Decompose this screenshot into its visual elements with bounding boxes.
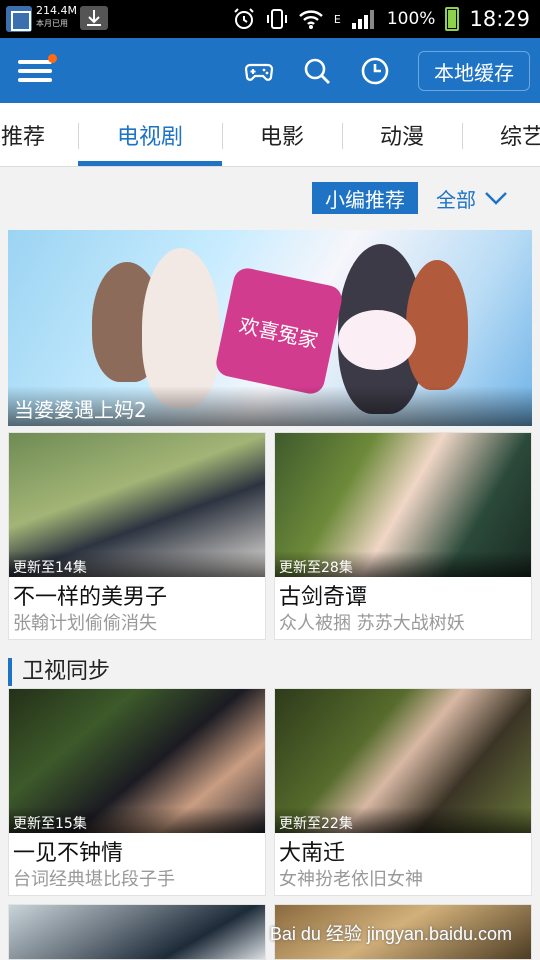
episode-badge: 更新至22集: [275, 807, 531, 833]
baidu-jingyan-watermark: Bai du 经验 jingyan.baidu.com: [269, 924, 512, 944]
data-usage: 214.4M 本月已用: [36, 4, 77, 30]
local-cache-button[interactable]: 本地缓存: [418, 51, 530, 91]
category-tabs: 推荐 电视剧 电影 动漫 综艺: [0, 103, 540, 167]
clock: 18:29: [469, 7, 530, 31]
status-bar: 214.4M 本月已用 E 100% 18:29: [0, 0, 540, 38]
video-subtitle: 台词经典堪比段子手: [13, 869, 175, 890]
active-tab-indicator: [78, 161, 222, 166]
battery-percent: 100%: [386, 9, 436, 29]
episode-badge: 更新至14集: [9, 551, 265, 577]
video-subtitle: 女神扮老依旧女神: [279, 869, 423, 890]
signal-icon: [351, 10, 374, 29]
video-card[interactable]: 更新至14集 不一样的美男子 张翰计划偷偷消失: [8, 432, 266, 640]
video-card[interactable]: 更新至22集 大南迁 女神扮老依旧女神: [274, 688, 532, 896]
featured-banner[interactable]: 欢喜冤家 当婆婆遇上妈2: [8, 230, 532, 426]
video-title: 大南迁: [279, 841, 346, 866]
video-thumbnail: 更新至14集: [9, 433, 265, 577]
banner-poster-stamp: 欢喜冤家: [213, 265, 345, 397]
tab-movie[interactable]: 电影: [222, 103, 342, 166]
video-thumbnail: [9, 905, 265, 959]
editor-picks-tag[interactable]: 小编推荐: [312, 182, 418, 214]
tab-recommend[interactable]: 推荐: [0, 103, 68, 166]
app-notification-icon: [6, 6, 32, 32]
video-title: 古剑奇谭: [279, 585, 368, 610]
tab-tv-series[interactable]: 电视剧: [78, 103, 222, 166]
chevron-down-icon: [485, 192, 507, 205]
banner-title: 当婆婆遇上妈2: [8, 386, 532, 426]
video-title: 一见不钟情: [13, 841, 124, 866]
filter-all-dropdown[interactable]: 全部: [436, 182, 508, 214]
alarm-icon: [234, 8, 254, 29]
app-header: 本地缓存: [0, 38, 540, 103]
video-thumbnail: 更新至28集: [275, 433, 531, 577]
data-usage-caption: 本月已用: [36, 19, 68, 28]
bouquet-image: [338, 310, 416, 370]
filter-all-label: 全部: [436, 187, 476, 212]
tab-anime[interactable]: 动漫: [342, 103, 462, 166]
wifi-icon: [299, 10, 323, 29]
video-thumbnail: 更新至22集: [275, 689, 531, 833]
video-card[interactable]: [8, 904, 266, 960]
network-type: E: [333, 12, 341, 26]
video-card[interactable]: 更新至28集 古剑奇谭 众人被捆 苏苏大战树妖: [274, 432, 532, 640]
banner-figure: [142, 248, 220, 408]
episode-badge: 更新至15集: [9, 807, 265, 833]
gamepad-icon[interactable]: [244, 56, 274, 86]
banner-figure: [406, 260, 468, 390]
search-icon[interactable]: [302, 56, 332, 86]
episode-badge: 更新至28集: [275, 551, 531, 577]
vibrate-icon: [266, 9, 287, 29]
video-subtitle: 张翰计划偷偷消失: [13, 613, 157, 634]
battery-icon: [445, 7, 460, 31]
menu-icon[interactable]: [18, 54, 57, 86]
notification-dot: [48, 54, 57, 63]
data-usage-value: 214.4M: [36, 4, 77, 17]
history-clock-icon[interactable]: [360, 56, 390, 86]
download-icon: [80, 6, 108, 30]
section-title-satellite: 卫视同步: [8, 658, 110, 686]
video-title: 不一样的美男子: [13, 585, 168, 610]
tab-variety[interactable]: 综艺: [462, 103, 540, 166]
video-card[interactable]: 更新至15集 一见不钟情 台词经典堪比段子手: [8, 688, 266, 896]
video-thumbnail: 更新至15集: [9, 689, 265, 833]
video-subtitle: 众人被捆 苏苏大战树妖: [279, 613, 465, 634]
